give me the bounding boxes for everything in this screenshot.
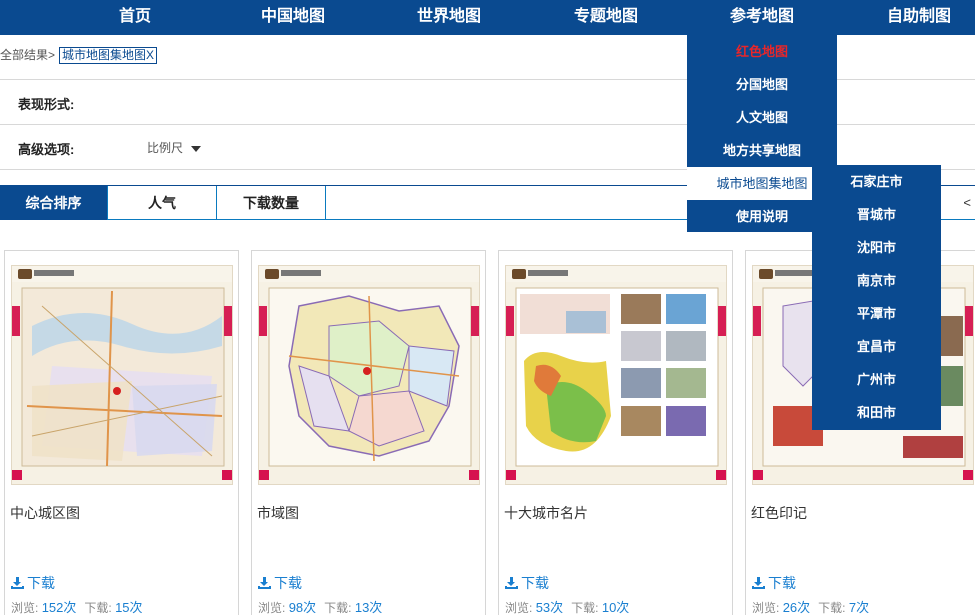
nav-home[interactable]: 首页 [95,0,175,35]
download-icon [752,577,765,589]
advanced-filter-label: 高级选项: [18,142,75,157]
download-icon [505,577,518,589]
card-title[interactable]: 红色印记 [751,503,807,523]
sort-tab-popularity[interactable]: 人气 [108,186,217,220]
sort-tab-downloads[interactable]: 下载数量 [217,186,326,220]
views-count: 152次 [41,600,77,615]
city-cards-image [506,266,726,484]
dropdown-item-humanities-map[interactable]: 人文地图 [687,101,837,134]
pager-prev-button[interactable]: < [963,186,971,220]
nav-china-map[interactable]: 中国地图 [245,0,341,35]
nav-reference-map[interactable]: 参考地图 [687,0,837,35]
submenu-item-city[interactable]: 宜昌市 [812,330,941,363]
breadcrumb: 全部结果> 城市地图集地图X [0,45,158,65]
map-card[interactable]: 中心城区图 下载 浏览: 152次 下载: 15次 [4,250,239,615]
download-link[interactable]: 下载 [505,573,549,593]
dropdown-item-red-map[interactable]: 红色地图 [687,35,837,68]
map-thumbnail[interactable] [258,265,480,485]
download-link[interactable]: 下载 [11,573,55,593]
dropdown-item-local-shared-map[interactable]: 地方共享地图 [687,134,837,167]
download-link[interactable]: 下载 [752,573,796,593]
downloads-count: 13次 [354,600,383,615]
card-title[interactable]: 市域图 [257,503,299,523]
submenu-item-city[interactable]: 广州市 [812,363,941,396]
map-thumbnail[interactable] [11,265,233,485]
logo-icon [512,269,526,279]
map-card[interactable]: 市域图 下载 浏览: 98次 下载: 13次 [251,250,486,615]
card-title[interactable]: 中心城区图 [10,503,80,523]
city-submenu: 石家庄市 晋城市 沈阳市 南京市 平潭市 宜昌市 广州市 和田市 [812,165,941,430]
download-icon [11,577,24,589]
map-card[interactable]: 十大城市名片 下载 浏览: 53次 下载: 10次 [498,250,733,615]
city-map-image [12,266,232,484]
submenu-item-city[interactable]: 平潭市 [812,297,941,330]
card-stats: 浏览: 53次 下载: 10次 [505,600,630,615]
breadcrumb-tag[interactable]: 城市地图集地图X [59,47,158,64]
views-count: 26次 [782,600,811,615]
downloads-count: 15次 [115,600,143,615]
map-thumbnail[interactable] [505,265,727,485]
logo-icon [265,269,279,279]
nav-world-map[interactable]: 世界地图 [401,0,497,35]
card-stats: 浏览: 98次 下载: 13次 [258,600,383,615]
card-title[interactable]: 十大城市名片 [504,503,588,523]
nav-thematic-map[interactable]: 专题地图 [558,0,654,35]
downloads-count: 7次 [848,600,870,615]
scale-select[interactable]: 比例尺 [147,139,202,156]
scale-select-label: 比例尺 [147,141,184,155]
dropdown-item-country-map[interactable]: 分国地图 [687,68,837,101]
card-stats: 浏览: 26次 下载: 7次 [752,600,870,615]
form-filter-label: 表现形式: [18,97,75,112]
card-stats: 浏览: 152次 下载: 15次 [11,600,143,615]
download-icon [258,577,271,589]
logo-icon [759,269,773,279]
caret-down-icon [191,145,202,152]
county-map-image [259,266,479,484]
breadcrumb-root[interactable]: 全部结果> [0,48,55,62]
thumb-header [12,266,232,282]
submenu-item-city[interactable]: 石家庄市 [812,165,941,198]
submenu-item-city[interactable]: 南京市 [812,264,941,297]
submenu-item-city[interactable]: 沈阳市 [812,231,941,264]
sort-tab-comprehensive[interactable]: 综合排序 [0,186,108,220]
download-link[interactable]: 下载 [258,573,302,593]
submenu-item-city[interactable]: 和田市 [812,396,941,429]
views-count: 98次 [288,600,317,615]
logo-icon [18,269,32,279]
downloads-count: 10次 [601,600,630,615]
views-count: 53次 [535,600,564,615]
top-nav: 首页 中国地图 世界地图 专题地图 参考地图 自助制图 [0,0,975,35]
submenu-item-city[interactable]: 晋城市 [812,198,941,231]
nav-self-mapping[interactable]: 自助制图 [871,0,967,35]
